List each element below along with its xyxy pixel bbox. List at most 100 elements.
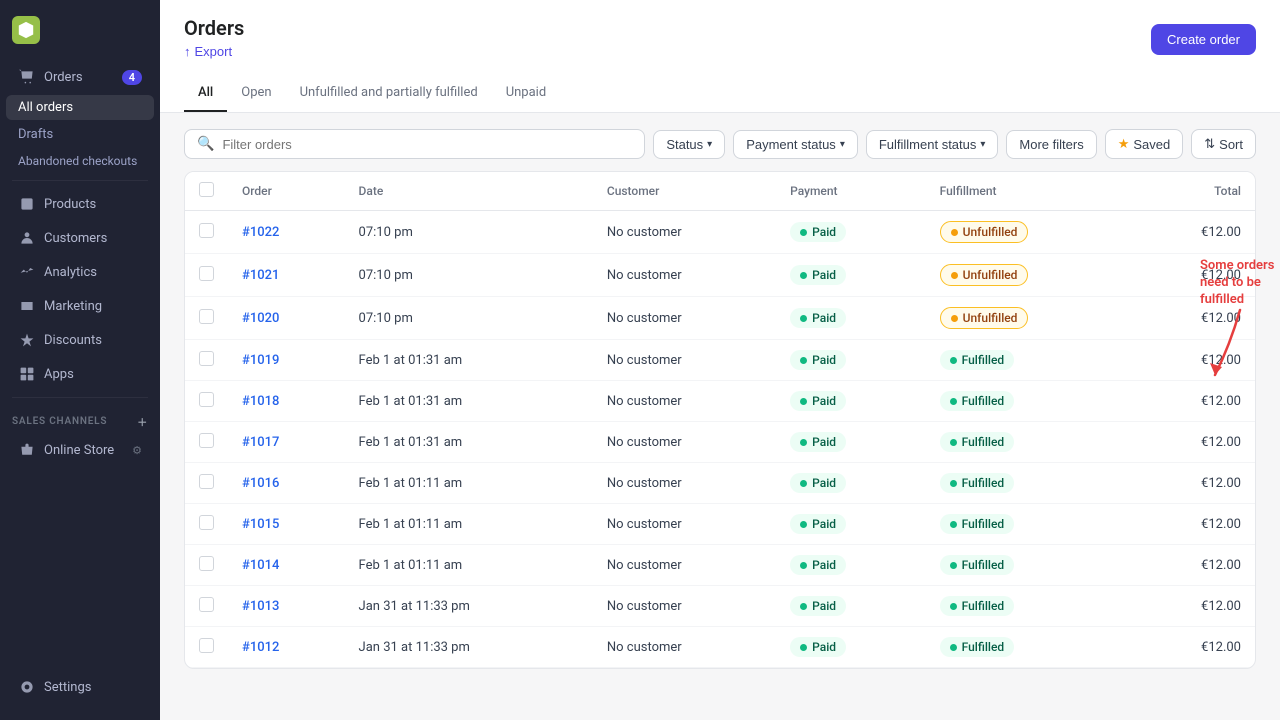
order-link[interactable]: #1013 (242, 599, 279, 614)
logo-icon (12, 16, 40, 44)
row-checkbox[interactable] (199, 392, 214, 407)
order-link[interactable]: #1022 (242, 225, 279, 240)
row-checkbox[interactable] (199, 597, 214, 612)
sales-channels-section: SALES CHANNELS ＋ (0, 404, 160, 433)
cell-order-id: #1018 (228, 381, 345, 422)
cell-customer: No customer (593, 340, 776, 381)
create-order-button[interactable]: Create order (1151, 24, 1256, 55)
cell-payment: Paid (776, 545, 926, 586)
saved-label: Saved (1133, 137, 1170, 152)
order-link[interactable]: #1012 (242, 640, 279, 655)
tab-all[interactable]: All (184, 75, 227, 112)
sidebar-item-online-store[interactable]: Online Store ⚙ (6, 434, 154, 466)
col-order: Order (228, 172, 345, 211)
row-checkbox-cell (185, 211, 228, 254)
sidebar-item-analytics[interactable]: Analytics (6, 256, 154, 288)
row-checkbox[interactable] (199, 351, 214, 366)
orders-table: Order Date Customer Payment Fulfillment … (185, 172, 1255, 668)
row-checkbox[interactable] (199, 266, 214, 281)
cell-date: Feb 1 at 01:11 am (345, 504, 593, 545)
payment-badge: Paid (790, 555, 846, 575)
payment-badge: Paid (790, 222, 846, 242)
cell-date: Feb 1 at 01:31 am (345, 381, 593, 422)
sort-label: Sort (1219, 137, 1243, 152)
row-checkbox[interactable] (199, 223, 214, 238)
cell-fulfillment: Fulfilled (926, 381, 1134, 422)
search-input[interactable] (222, 137, 632, 152)
sidebar-item-discounts-label: Discounts (44, 333, 102, 348)
table-header: Order Date Customer Payment Fulfillment … (185, 172, 1255, 211)
sidebar: Orders 4 All orders Drafts Abandoned che… (0, 0, 160, 720)
sort-icon: ⇅ (1204, 136, 1215, 152)
cell-fulfillment: Fulfilled (926, 422, 1134, 463)
payment-badge: Paid (790, 432, 846, 452)
fulfillment-status-filter-button[interactable]: Fulfillment status ▾ (866, 130, 999, 159)
cell-order-id: #1019 (228, 340, 345, 381)
page-title-group: Orders ↑ Export (184, 16, 244, 63)
status-chevron-icon: ▾ (707, 139, 712, 150)
sidebar-item-products[interactable]: Products (6, 188, 154, 220)
payment-status-filter-button[interactable]: Payment status ▾ (733, 130, 858, 159)
row-checkbox-cell (185, 422, 228, 463)
tab-unpaid[interactable]: Unpaid (492, 75, 560, 112)
cell-order-id: #1022 (228, 211, 345, 254)
sidebar-item-apps-label: Apps (44, 367, 74, 382)
payment-status-label: Payment status (746, 137, 836, 152)
row-checkbox[interactable] (199, 474, 214, 489)
row-checkbox[interactable] (199, 638, 214, 653)
online-store-settings-icon[interactable]: ⚙ (132, 444, 142, 457)
orders-table-body: #102207:10 pmNo customerPaidUnfulfilled€… (185, 211, 1255, 668)
table-row: #102007:10 pmNo customerPaidUnfulfilled€… (185, 297, 1255, 340)
order-link[interactable]: #1014 (242, 558, 279, 573)
add-sales-channel-button[interactable]: ＋ (137, 414, 148, 429)
sort-button[interactable]: ⇅ Sort (1191, 129, 1256, 159)
sidebar-item-apps[interactable]: Apps (6, 358, 154, 390)
row-checkbox[interactable] (199, 433, 214, 448)
sidebar-item-marketing[interactable]: Marketing (6, 290, 154, 322)
cell-date: Feb 1 at 01:11 am (345, 463, 593, 504)
cell-total: €12.00 (1134, 586, 1255, 627)
tab-open[interactable]: Open (227, 75, 285, 112)
sidebar-item-products-label: Products (44, 197, 96, 212)
table-row: #102107:10 pmNo customerPaidUnfulfilled€… (185, 254, 1255, 297)
order-link[interactable]: #1021 (242, 268, 279, 283)
cell-customer: No customer (593, 211, 776, 254)
row-checkbox[interactable] (199, 556, 214, 571)
status-filter-button[interactable]: Status ▾ (653, 130, 725, 159)
cell-date: Jan 31 at 11:33 pm (345, 586, 593, 627)
sidebar-item-customers[interactable]: Customers (6, 222, 154, 254)
order-link[interactable]: #1016 (242, 476, 279, 491)
order-link[interactable]: #1018 (242, 394, 279, 409)
payment-badge: Paid (790, 514, 846, 534)
order-link[interactable]: #1015 (242, 517, 279, 532)
cell-order-id: #1017 (228, 422, 345, 463)
cell-order-id: #1021 (228, 254, 345, 297)
discounts-icon (18, 331, 36, 349)
export-button[interactable]: ↑ Export (184, 40, 232, 63)
table-row: #1013Jan 31 at 11:33 pmNo customerPaidFu… (185, 586, 1255, 627)
more-filters-label: More filters (1019, 137, 1083, 152)
sidebar-item-abandoned[interactable]: Abandoned checkouts (6, 149, 154, 173)
order-link[interactable]: #1020 (242, 311, 279, 326)
table-row: #1019Feb 1 at 01:31 amNo customerPaidFul… (185, 340, 1255, 381)
sidebar-item-all-orders[interactable]: All orders (6, 95, 154, 120)
sidebar-item-discounts[interactable]: Discounts (6, 324, 154, 356)
tab-unfulfilled[interactable]: Unfulfilled and partially fulfilled (286, 75, 492, 112)
table-row: #1017Feb 1 at 01:31 amNo customerPaidFul… (185, 422, 1255, 463)
tabs-row: All Open Unfulfilled and partially fulfi… (184, 75, 1256, 112)
analytics-icon (18, 263, 36, 281)
row-checkbox[interactable] (199, 515, 214, 530)
apps-icon (18, 365, 36, 383)
order-link[interactable]: #1019 (242, 353, 279, 368)
payment-badge: Paid (790, 308, 846, 328)
sidebar-item-drafts[interactable]: Drafts (6, 122, 154, 147)
row-checkbox[interactable] (199, 309, 214, 324)
sidebar-item-orders[interactable]: Orders 4 (6, 61, 154, 93)
select-all-checkbox[interactable] (199, 182, 214, 197)
more-filters-button[interactable]: More filters (1006, 130, 1096, 159)
cell-payment: Paid (776, 504, 926, 545)
sidebar-item-settings[interactable]: Settings (6, 671, 154, 703)
order-link[interactable]: #1017 (242, 435, 279, 450)
saved-button[interactable]: ★ Saved (1105, 129, 1184, 159)
cell-payment: Paid (776, 211, 926, 254)
